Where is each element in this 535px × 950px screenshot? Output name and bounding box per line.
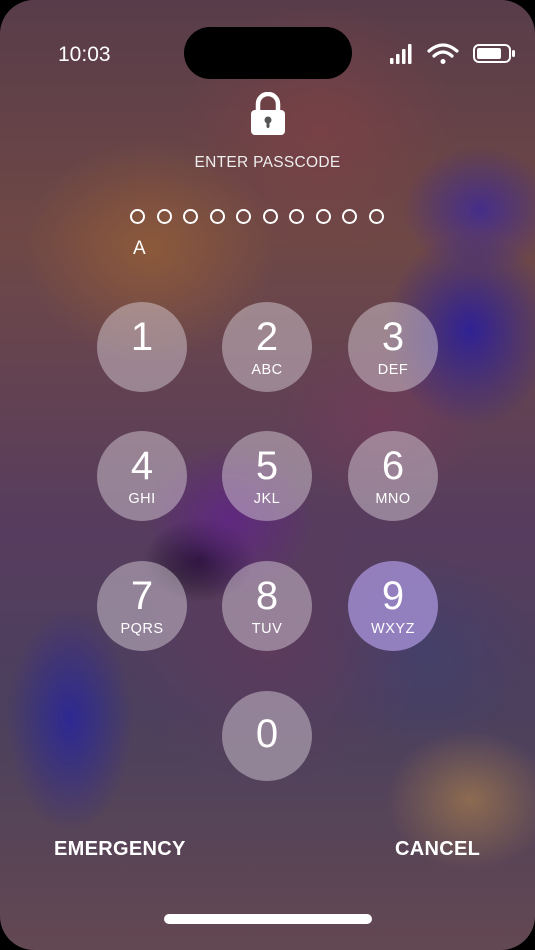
passcode-dot xyxy=(156,209,172,224)
key-5[interactable]: 5 JKL xyxy=(222,431,312,521)
key-4[interactable]: 4 GHI xyxy=(97,431,187,521)
passcode-dot xyxy=(236,209,251,224)
cancel-button[interactable]: CANCEL xyxy=(395,838,480,861)
key-2[interactable]: 2 ABC xyxy=(222,302,312,392)
key-digit: 6 xyxy=(381,444,405,488)
key-digit: 4 xyxy=(130,444,154,488)
key-3[interactable]: 3 DEF xyxy=(348,302,438,392)
passcode-dot xyxy=(183,209,198,224)
passcode-dot xyxy=(289,209,304,224)
key-digit: 9 xyxy=(381,574,405,618)
key-8[interactable]: 8 TUV xyxy=(222,561,312,651)
key-letters: GHI xyxy=(128,491,156,507)
home-indicator[interactable] xyxy=(164,914,372,924)
key-digit: 5 xyxy=(255,444,279,488)
key-digit: 2 xyxy=(255,315,279,359)
enter-passcode-prompt: ENTER PASSCODE xyxy=(194,154,341,171)
key-letters: TUV xyxy=(251,621,283,637)
passcode-dot xyxy=(130,209,145,224)
key-digit: 7 xyxy=(130,574,154,618)
key-letters: JKL xyxy=(253,491,281,507)
key-letters: ABC xyxy=(251,362,283,378)
passcode-dots xyxy=(130,209,384,224)
dynamic-island xyxy=(184,27,352,79)
key-letters: PQRS xyxy=(120,621,164,637)
passcode-dot xyxy=(315,209,331,224)
key-letters: MNO xyxy=(375,491,411,507)
passcode-dot xyxy=(342,209,357,224)
key-9[interactable]: 9 WXYZ xyxy=(348,561,438,651)
cellular-signal-icon xyxy=(390,44,412,64)
key-6[interactable]: 6 MNO xyxy=(348,431,438,521)
passcode-dot xyxy=(262,209,278,224)
key-7[interactable]: 7 PQRS xyxy=(97,561,187,651)
emergency-button[interactable]: EMERGENCY xyxy=(54,838,186,861)
key-1[interactable]: 1 xyxy=(97,302,187,392)
key-0[interactable]: 0 xyxy=(222,691,312,781)
status-time: 10:03 xyxy=(58,43,111,66)
key-digit: 1 xyxy=(130,315,154,359)
lock-icon xyxy=(251,92,285,135)
key-digit: 8 xyxy=(255,574,279,618)
typed-passcode-text: A xyxy=(133,238,146,259)
lock-screen: 10:03 ENTER PASSCODE A 1 2 ABC 3 DEF 4 G… xyxy=(0,0,535,950)
key-letters: WXYZ xyxy=(371,621,415,637)
passcode-dot xyxy=(209,209,225,224)
key-letters: DEF xyxy=(377,362,409,378)
battery-icon xyxy=(473,44,515,63)
passcode-dot xyxy=(368,209,384,224)
wifi-icon xyxy=(427,43,459,64)
key-digit: 0 xyxy=(255,712,279,756)
key-digit: 3 xyxy=(381,315,405,359)
status-icons xyxy=(390,43,515,64)
